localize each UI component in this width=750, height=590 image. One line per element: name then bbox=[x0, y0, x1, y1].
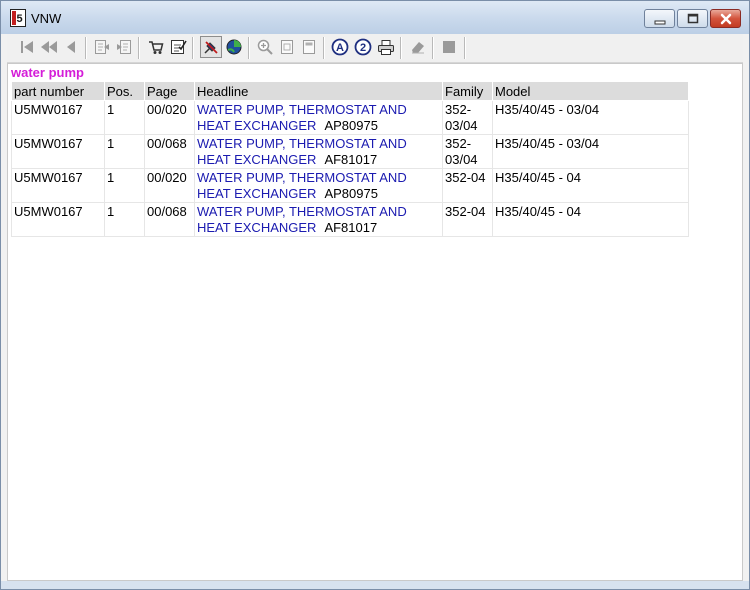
family-cell: 352- 03/04 bbox=[442, 100, 493, 135]
eraser-icon[interactable] bbox=[409, 38, 427, 56]
document-back-icon[interactable] bbox=[93, 38, 111, 56]
column-header-headline[interactable]: Headline bbox=[194, 81, 443, 101]
model-cell: H35/40/45 - 04 bbox=[492, 202, 689, 237]
toolbar-separator bbox=[323, 37, 325, 59]
headline-code: AP80975 bbox=[324, 118, 378, 133]
family-text: 352-04 bbox=[445, 170, 486, 185]
toolbar-separator bbox=[400, 37, 402, 59]
table-row[interactable]: U5MW0167 1 00/068 WATER PUMP, THERMOSTAT… bbox=[11, 202, 689, 237]
column-header-family[interactable]: Family bbox=[442, 81, 493, 101]
app-window: 5 VNW A 2 water pump part number Pos. Pa… bbox=[0, 0, 750, 590]
window-title: VNW bbox=[31, 11, 62, 26]
page-cell: 00/020 bbox=[144, 168, 195, 203]
family-cell: 352-04 bbox=[442, 168, 493, 203]
family-cell: 352-04 bbox=[442, 202, 493, 237]
window-bottom-border bbox=[1, 581, 749, 589]
results-pane: water pump part number Pos. Page Headlin… bbox=[7, 63, 743, 581]
toolbar-separator bbox=[192, 37, 194, 59]
toolbar: A 2 bbox=[7, 34, 743, 63]
svg-text:A: A bbox=[336, 42, 344, 54]
column-header-part-number[interactable]: part number bbox=[11, 81, 105, 101]
pos-cell: 1 bbox=[104, 202, 145, 237]
minimize-button[interactable] bbox=[644, 9, 675, 28]
print-icon[interactable] bbox=[377, 38, 395, 56]
close-button[interactable] bbox=[710, 9, 741, 28]
app-logo-icon: 5 bbox=[10, 9, 26, 27]
checklist-icon[interactable] bbox=[169, 38, 187, 56]
page-cell: 00/068 bbox=[144, 134, 195, 169]
headline-link[interactable]: WATER PUMP, THERMOSTAT AND bbox=[197, 102, 407, 117]
page-cell: 00/068 bbox=[144, 202, 195, 237]
results-table: part number Pos. Page Headline Family Mo… bbox=[11, 81, 689, 237]
headline-link[interactable]: HEAT EXCHANGER bbox=[197, 186, 316, 201]
pos-cell: 1 bbox=[104, 100, 145, 135]
title-bar[interactable]: 5 VNW bbox=[1, 1, 749, 34]
model-cell: H35/40/45 - 03/04 bbox=[492, 134, 689, 169]
svg-text:5: 5 bbox=[17, 13, 23, 25]
page-icon[interactable] bbox=[278, 38, 296, 56]
column-header-model[interactable]: Model bbox=[492, 81, 689, 101]
toolbar-separator bbox=[248, 37, 250, 59]
toolbar-separator bbox=[464, 37, 466, 59]
family-cell: 352- 03/04 bbox=[442, 134, 493, 169]
pin-tool-icon[interactable] bbox=[202, 38, 220, 56]
toolbar-separator bbox=[85, 37, 87, 59]
headline-cell: WATER PUMP, THERMOSTAT AND HEAT EXCHANGER… bbox=[194, 168, 443, 203]
table-row[interactable]: U5MW0167 1 00/020 WATER PUMP, THERMOSTAT… bbox=[11, 168, 689, 203]
model-cell: H35/40/45 - 03/04 bbox=[492, 100, 689, 135]
svg-text:2: 2 bbox=[360, 42, 366, 54]
part-number-cell: U5MW0167 bbox=[11, 100, 105, 135]
search-term-title: water pump bbox=[11, 65, 84, 80]
cart-icon[interactable] bbox=[147, 38, 165, 56]
family-text: 352-04 bbox=[445, 204, 486, 219]
table-row[interactable]: U5MW0167 1 00/020 WATER PUMP, THERMOSTAT… bbox=[11, 100, 689, 135]
headline-link[interactable]: HEAT EXCHANGER bbox=[197, 220, 316, 235]
headline-link[interactable]: WATER PUMP, THERMOSTAT AND bbox=[197, 204, 407, 219]
part-number-cell: U5MW0167 bbox=[11, 202, 105, 237]
family-text: 352- bbox=[445, 102, 472, 117]
globe-icon[interactable] bbox=[225, 38, 243, 56]
headline-link[interactable]: WATER PUMP, THERMOSTAT AND bbox=[197, 136, 407, 151]
search-a-icon[interactable]: A bbox=[331, 38, 349, 56]
family-text: 352- bbox=[445, 136, 472, 151]
headline-code: AF81017 bbox=[324, 220, 378, 235]
part-number-cell: U5MW0167 bbox=[11, 134, 105, 169]
document-forward-icon[interactable] bbox=[115, 38, 133, 56]
table-row[interactable]: U5MW0167 1 00/068 WATER PUMP, THERMOSTAT… bbox=[11, 134, 689, 169]
restore-button[interactable] bbox=[677, 9, 708, 28]
previous-fast-icon[interactable] bbox=[40, 38, 58, 56]
headline-link[interactable]: WATER PUMP, THERMOSTAT AND bbox=[197, 170, 407, 185]
column-header-pos[interactable]: Pos. bbox=[104, 81, 145, 101]
headline-cell: WATER PUMP, THERMOSTAT AND HEAT EXCHANGER… bbox=[194, 202, 443, 237]
model-cell: H35/40/45 - 04 bbox=[492, 168, 689, 203]
part-number-cell: U5MW0167 bbox=[11, 168, 105, 203]
headline-link[interactable]: HEAT EXCHANGER bbox=[197, 152, 316, 167]
page-fit-icon[interactable] bbox=[300, 38, 318, 56]
column-header-page[interactable]: Page bbox=[144, 81, 195, 101]
toolbar-separator bbox=[138, 37, 140, 59]
headline-cell: WATER PUMP, THERMOSTAT AND HEAT EXCHANGER… bbox=[194, 100, 443, 135]
headline-cell: WATER PUMP, THERMOSTAT AND HEAT EXCHANGER… bbox=[194, 134, 443, 169]
first-page-icon[interactable] bbox=[18, 38, 36, 56]
stop-icon[interactable] bbox=[440, 38, 458, 56]
headline-code: AP80975 bbox=[324, 186, 378, 201]
pos-cell: 1 bbox=[104, 168, 145, 203]
zoom-in-icon[interactable] bbox=[256, 38, 274, 56]
family-text: 03/04 bbox=[445, 118, 478, 133]
toolbar-separator bbox=[432, 37, 434, 59]
headline-code: AF81017 bbox=[324, 152, 378, 167]
pos-cell: 1 bbox=[104, 134, 145, 169]
search-2-icon[interactable]: 2 bbox=[354, 38, 372, 56]
table-header-row: part number Pos. Page Headline Family Mo… bbox=[11, 81, 689, 101]
headline-link[interactable]: HEAT EXCHANGER bbox=[197, 118, 316, 133]
family-text: 03/04 bbox=[445, 152, 478, 167]
page-cell: 00/020 bbox=[144, 100, 195, 135]
previous-icon[interactable] bbox=[62, 38, 80, 56]
